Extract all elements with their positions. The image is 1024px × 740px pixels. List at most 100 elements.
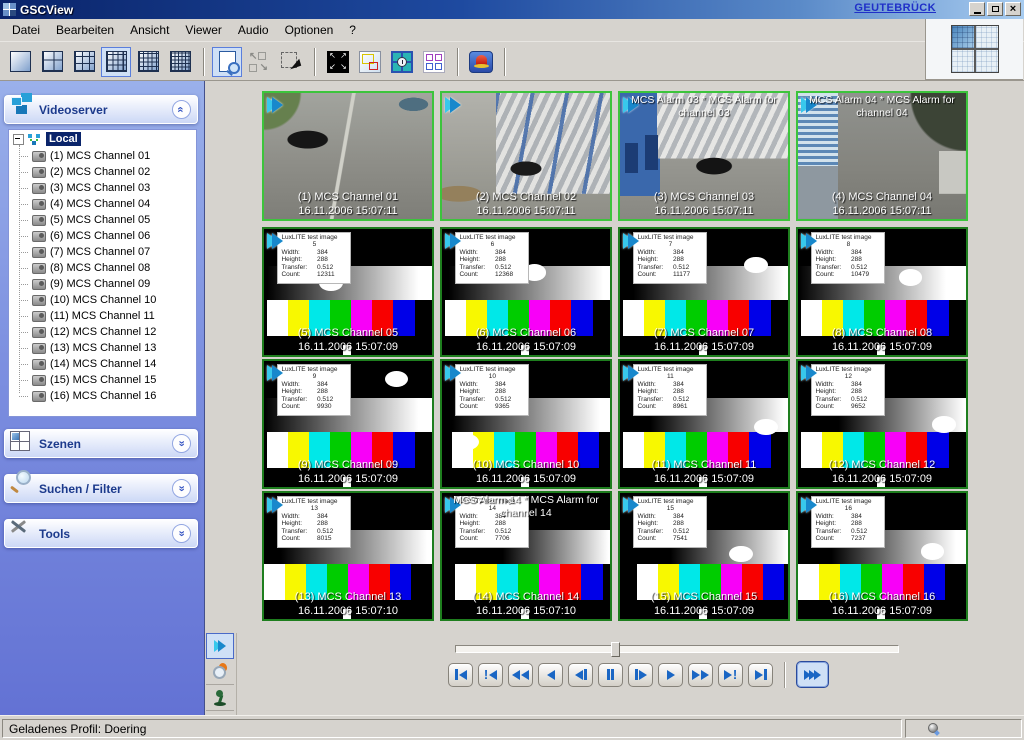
- step-back-button[interactable]: [568, 663, 593, 687]
- video-cell-4[interactable]: MCS Alarm 04 * MCS Alarm for channel 04(…: [796, 91, 968, 221]
- jump-end-button[interactable]: [748, 663, 773, 687]
- tree-item[interactable]: (8) MCS Channel 08: [9, 260, 196, 276]
- collapse-chevron-icon[interactable]: »: [172, 100, 191, 119]
- layout-2x2-button[interactable]: [37, 47, 67, 77]
- menu-item-4[interactable]: Audio: [230, 20, 277, 40]
- menu-item-0[interactable]: Datei: [4, 20, 48, 40]
- tree-item[interactable]: (10) MCS Channel 10: [9, 292, 196, 308]
- tree-item-label: (11) MCS Channel 11: [50, 310, 155, 322]
- tree-item[interactable]: (12) MCS Channel 12: [9, 324, 196, 340]
- camera-timestamp: 16.11.2006 15:07:11: [442, 205, 610, 217]
- video-cell-13[interactable]: LuxLITE test image13Width:384Height:288T…: [262, 491, 434, 621]
- tree-item[interactable]: (3) MCS Channel 03: [9, 180, 196, 196]
- next-alarm-button[interactable]: !: [718, 663, 743, 687]
- live-button[interactable]: [796, 661, 829, 688]
- alarm-button[interactable]: [466, 47, 496, 77]
- layout-3x3-button[interactable]: [69, 47, 99, 77]
- tree-item[interactable]: (11) MCS Channel 11: [9, 308, 196, 324]
- video-cell-1[interactable]: (1) MCS Channel 0116.11.2006 15:07:11: [262, 91, 434, 221]
- pip-button[interactable]: [355, 47, 385, 77]
- menu-item-5[interactable]: Optionen: [277, 20, 342, 40]
- tree-item[interactable]: (13) MCS Channel 13: [9, 340, 196, 356]
- step-forward-button[interactable]: [628, 663, 653, 687]
- pattern-info-width: Width:384: [815, 513, 881, 521]
- tree-item[interactable]: (1) MCS Channel 01: [9, 148, 196, 164]
- pattern-info-title: LuxLITE test image: [281, 366, 347, 374]
- layout-1x1-button[interactable]: [5, 47, 35, 77]
- preview-page-icon: [219, 51, 236, 72]
- video-cell-3[interactable]: MCS Alarm 03 * MCS Alarm for channel 03(…: [618, 91, 790, 221]
- fullscreen-icon: ↖↗↙↘: [327, 51, 349, 73]
- close-button[interactable]: ×: [1005, 2, 1021, 16]
- tree-item[interactable]: (15) MCS Channel 15: [9, 372, 196, 388]
- tree-item[interactable]: (5) MCS Channel 05: [9, 212, 196, 228]
- timeline-slider[interactable]: [455, 645, 899, 653]
- pattern-info-box: LuxLITE test image8Width:384Height:288Tr…: [811, 232, 885, 285]
- preview-mode-button[interactable]: [212, 47, 242, 77]
- video-cell-2[interactable]: (2) MCS Channel 0216.11.2006 15:07:11: [440, 91, 612, 221]
- tree-item[interactable]: (6) MCS Channel 06: [9, 228, 196, 244]
- layout-4x4-button[interactable]: [101, 47, 131, 77]
- video-cell-14[interactable]: LuxLITE test image14Width:384Height:288T…: [440, 491, 612, 621]
- pattern-info-height: Height:288: [281, 520, 347, 528]
- pattern-info-count: Count:7706: [459, 535, 525, 543]
- alarm-text: MCS Alarm 04 * MCS Alarm for channel 04: [798, 94, 966, 120]
- tree-item[interactable]: (7) MCS Channel 07: [9, 244, 196, 260]
- tree-expander-icon[interactable]: [13, 134, 24, 145]
- video-cell-8[interactable]: LuxLITE test image8Width:384Height:288Tr…: [796, 227, 968, 357]
- jump-start-button[interactable]: [448, 663, 473, 687]
- camera-icon: [32, 151, 46, 162]
- tree-item-local[interactable]: Local: [9, 130, 196, 148]
- restore-button[interactable]: [987, 2, 1003, 16]
- live-chevrons-icon: [214, 640, 226, 652]
- layout-6x6-button[interactable]: [165, 47, 195, 77]
- search-image-button[interactable]: [206, 659, 234, 685]
- fullscreen-button[interactable]: ↖↗↙↘: [323, 47, 353, 77]
- menu-item-1[interactable]: Bearbeiten: [48, 20, 122, 40]
- video-cell-16[interactable]: LuxLITE test image16Width:384Height:288T…: [796, 491, 968, 621]
- video-cell-7[interactable]: LuxLITE test image7Width:384Height:288Tr…: [618, 227, 790, 357]
- triangle-glyph: [667, 670, 675, 680]
- sidebar-section-szenen[interactable]: Szenen »: [4, 429, 198, 458]
- video-cell-6[interactable]: LuxLITE test image6Width:384Height:288Tr…: [440, 227, 612, 357]
- sidebar-section-tools[interactable]: Tools »: [4, 519, 198, 548]
- video-cell-12[interactable]: LuxLITE test image12Width:384Height:288T…: [796, 359, 968, 489]
- minimize-button[interactable]: [969, 2, 985, 16]
- video-cell-15[interactable]: LuxLITE test image15Width:384Height:288T…: [618, 491, 790, 621]
- expand-chevron-icon[interactable]: »: [172, 524, 191, 543]
- sequence-button[interactable]: [387, 47, 417, 77]
- tree-item[interactable]: (14) MCS Channel 14: [9, 356, 196, 372]
- live-stream-button[interactable]: [206, 633, 234, 659]
- expand-chevron-icon[interactable]: »: [172, 434, 191, 453]
- play-backward-button[interactable]: [538, 663, 563, 687]
- menu-item-2[interactable]: Ansicht: [122, 20, 177, 40]
- fast-rewind-button[interactable]: [508, 663, 533, 687]
- brand-link[interactable]: GEUTEBRÜCK: [854, 2, 936, 14]
- pattern-info-channel: 10: [459, 373, 525, 381]
- swap-view-button[interactable]: ↖↘: [244, 47, 274, 77]
- timeline-thumb[interactable]: [611, 642, 620, 657]
- video-cell-10[interactable]: LuxLITE test image10Width:384Height:288T…: [440, 359, 612, 489]
- tree-item-label: (16) MCS Channel 16: [50, 390, 156, 402]
- select-view-button[interactable]: [276, 47, 306, 77]
- video-cell-5[interactable]: LuxLITE test image5Width:384Height:288Tr…: [262, 227, 434, 357]
- tree-item[interactable]: (9) MCS Channel 09: [9, 276, 196, 292]
- fast-forward-button[interactable]: [688, 663, 713, 687]
- sidebar-section-videoserver[interactable]: Videoserver »: [4, 95, 198, 124]
- video-cell-9[interactable]: LuxLITE test image9Width:384Height:288Tr…: [262, 359, 434, 489]
- sidebar-section-suchen-filter[interactable]: Suchen / Filter »: [4, 474, 198, 503]
- expand-chevron-icon[interactable]: »: [172, 479, 191, 498]
- video-cell-11[interactable]: LuxLITE test image11Width:384Height:288T…: [618, 359, 790, 489]
- gscview-logo-icon: [951, 25, 999, 73]
- multiview-button[interactable]: [419, 47, 449, 77]
- tree-item[interactable]: (4) MCS Channel 04: [9, 196, 196, 212]
- menu-item-6[interactable]: ?: [341, 20, 364, 40]
- tree-item[interactable]: (2) MCS Channel 02: [9, 164, 196, 180]
- prev-alarm-button[interactable]: !: [478, 663, 503, 687]
- play-button[interactable]: [658, 663, 683, 687]
- menu-item-3[interactable]: Viewer: [177, 20, 229, 40]
- tree-item[interactable]: (16) MCS Channel 16: [9, 388, 196, 404]
- pause-button[interactable]: [598, 663, 623, 687]
- joystick-button[interactable]: [206, 685, 234, 711]
- layout-5x5-button[interactable]: [133, 47, 163, 77]
